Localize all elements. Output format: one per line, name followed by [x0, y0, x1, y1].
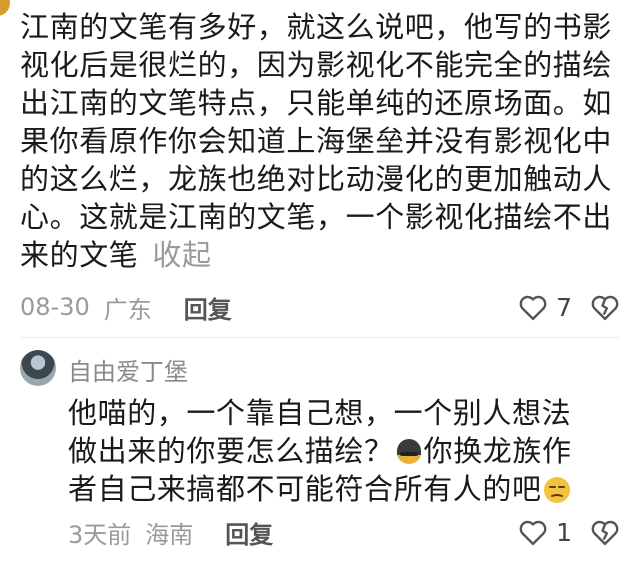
reply-actions: 1 [518, 512, 620, 552]
broken-heart-icon[interactable] [590, 293, 620, 321]
helmet-emoji-icon [396, 439, 421, 464]
like-button[interactable]: 7 [518, 293, 572, 322]
comment-date: 08-30 [20, 293, 90, 321]
reply-location: 海南 [145, 520, 194, 549]
reply-reply-button[interactable]: 回复 [225, 515, 273, 550]
commenter-avatar-partial[interactable] [0, 0, 10, 16]
comment-meta: 08-30 广东 回复 [20, 287, 232, 327]
unamused-face-icon [543, 477, 570, 503]
divider [20, 337, 620, 338]
broken-heart-icon[interactable] [590, 518, 620, 546]
collapse-button[interactable]: 收起 [152, 238, 211, 272]
reply-like-button[interactable]: 1 [518, 518, 572, 547]
reply-time: 3天前 [68, 520, 132, 549]
comment-text: 江南的文笔有多好，就这么说吧，他写的书影视化后是很烂的，因为影视化不能完全的描绘… [20, 10, 613, 272]
reply-username[interactable]: 自由爱丁堡 [68, 352, 188, 387]
comment-actions: 7 [518, 287, 620, 327]
reply-button[interactable]: 回复 [184, 290, 232, 325]
comment-body: 江南的文笔有多好，就这么说吧，他写的书影视化后是很烂的，因为影视化不能完全的描绘… [20, 8, 620, 274]
like-count: 7 [556, 292, 572, 322]
reply-avatar[interactable] [20, 350, 56, 386]
reply-meta: 3天前 海南 回复 [68, 512, 273, 552]
reply-like-count: 1 [556, 517, 572, 547]
reply-body: 他喵的，一个靠自己想，一个别人想法做出来的你要怎么描绘？ 你换龙族作者自己来搞都… [68, 394, 598, 508]
comment-location: 广东 [103, 295, 152, 324]
heart-outline-icon [519, 295, 547, 321]
heart-outline-icon [519, 520, 547, 546]
